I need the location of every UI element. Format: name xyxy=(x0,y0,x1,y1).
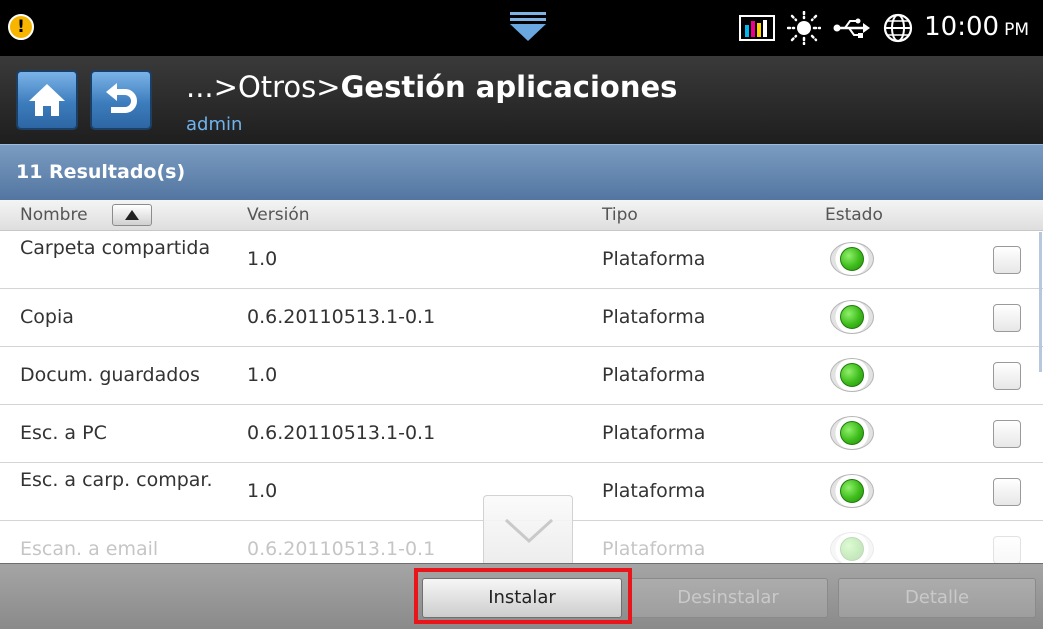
status-bar: ! 10:00 PM xyxy=(0,0,1043,56)
sun-icon xyxy=(787,11,821,45)
table-row[interactable]: Carpeta compartida 1.0 Plataforma xyxy=(0,231,1043,289)
app-type: Plataforma xyxy=(602,248,706,270)
app-version: 1.0 xyxy=(247,364,278,386)
app-type: Plataforma xyxy=(602,306,706,328)
app-type: Plataforma xyxy=(602,364,706,386)
app-name: Docum. guardados xyxy=(20,364,200,386)
row-checkbox[interactable] xyxy=(993,536,1021,563)
alert-icon[interactable]: ! xyxy=(8,14,34,40)
status-icons xyxy=(739,10,913,46)
back-button[interactable] xyxy=(90,70,152,130)
page-title: ...>Otros>Gestión aplicaciones xyxy=(186,70,677,104)
results-count: 11 Resultado(s) xyxy=(16,161,186,183)
user-label: admin xyxy=(186,114,243,135)
app-name: Escan. a email xyxy=(20,538,159,560)
title-text: Gestión aplicaciones xyxy=(340,70,678,104)
app-name: Copia xyxy=(20,306,74,328)
column-name: Nombre xyxy=(20,205,88,225)
table-header: Nombre Versión Tipo Estado xyxy=(0,200,1043,231)
app-name: Esc. a carp. compar. xyxy=(20,469,213,491)
home-button[interactable] xyxy=(16,70,78,130)
usb-icon xyxy=(833,18,870,38)
sort-up-icon xyxy=(125,210,139,220)
globe-icon xyxy=(883,13,913,43)
scroll-down-button[interactable] xyxy=(483,495,573,563)
row-checkbox[interactable] xyxy=(993,304,1021,332)
status-active-icon xyxy=(830,474,874,508)
results-band: 11 Resultado(s) xyxy=(0,144,1043,201)
sort-button[interactable] xyxy=(112,204,152,226)
status-active-icon xyxy=(830,242,874,276)
back-icon xyxy=(106,83,137,113)
app-version: 0.6.20110513.1-0.1 xyxy=(247,306,436,328)
breadcrumb: ...>Otros> xyxy=(186,70,341,104)
uninstall-button[interactable]: Desinstalar xyxy=(628,578,828,618)
scrollbar[interactable] xyxy=(1039,232,1042,372)
pull-down-icon[interactable] xyxy=(508,10,548,44)
column-type: Tipo xyxy=(602,205,638,225)
row-checkbox[interactable] xyxy=(993,362,1021,390)
table-row[interactable]: Copia 0.6.20110513.1-0.1 Plataforma xyxy=(0,289,1043,347)
chevron-down-icon xyxy=(504,518,554,544)
detail-button[interactable]: Detalle xyxy=(838,578,1036,618)
app-version: 0.6.20110513.1-0.1 xyxy=(247,538,436,560)
home-icon xyxy=(29,84,65,116)
column-version: Versión xyxy=(247,205,310,225)
install-highlight-box xyxy=(414,568,632,624)
table-row[interactable]: Docum. guardados 1.0 Plataforma xyxy=(0,347,1043,405)
app-version: 0.6.20110513.1-0.1 xyxy=(247,422,436,444)
status-active-icon xyxy=(830,358,874,392)
app-version: 1.0 xyxy=(247,248,278,270)
table-row[interactable]: Esc. a PC 0.6.20110513.1-0.1 Plataforma xyxy=(0,405,1043,463)
app-type: Plataforma xyxy=(602,422,706,444)
app-version: 1.0 xyxy=(247,480,278,502)
clock-time: 10:00 xyxy=(924,12,1000,42)
app-type: Plataforma xyxy=(602,538,706,560)
clock-ampm: PM xyxy=(1004,20,1029,40)
status-active-icon xyxy=(830,416,874,450)
row-checkbox[interactable] xyxy=(993,246,1021,274)
toner-icon xyxy=(739,15,775,41)
header: ...>Otros>Gestión aplicaciones admin xyxy=(0,56,1043,144)
row-checkbox[interactable] xyxy=(993,420,1021,448)
column-status: Estado xyxy=(825,205,883,225)
app-name: Esc. a PC xyxy=(20,422,107,444)
status-active-icon xyxy=(830,532,874,563)
row-checkbox[interactable] xyxy=(993,478,1021,506)
status-active-icon xyxy=(830,300,874,334)
clock: 10:00 PM xyxy=(924,12,1029,42)
app-name: Carpeta compartida xyxy=(20,237,211,259)
app-type: Plataforma xyxy=(602,480,706,502)
